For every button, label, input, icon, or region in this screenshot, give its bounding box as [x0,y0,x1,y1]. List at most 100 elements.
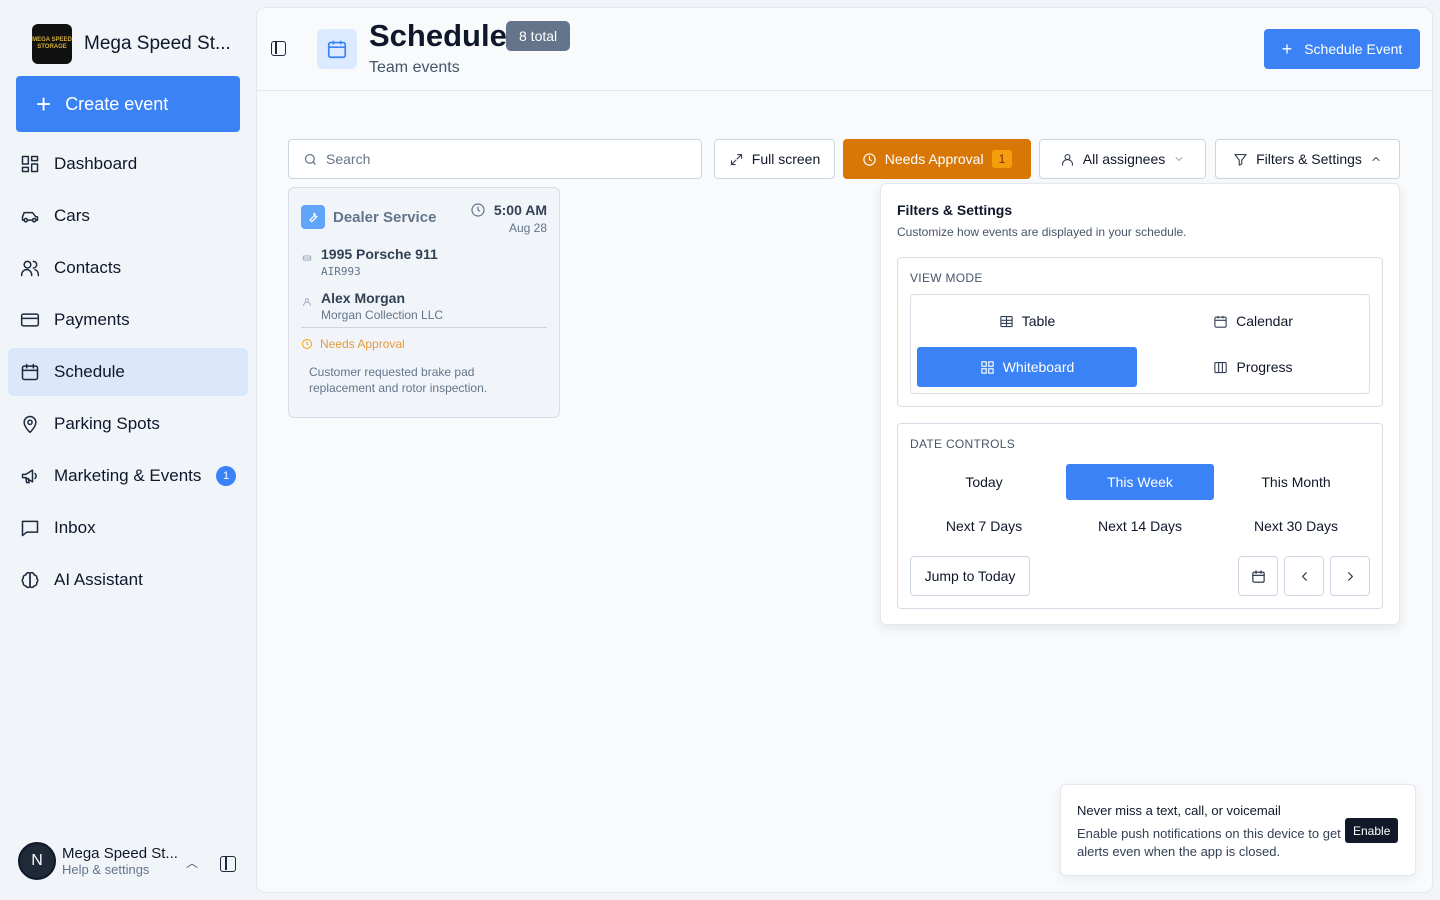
sidebar-item-label: Schedule [54,362,125,381]
chevron-left-icon [1301,571,1307,581]
view-mode-progress[interactable]: Progress [1143,347,1363,387]
clock-icon [302,339,312,349]
event-status: Needs Approval [301,337,405,351]
date-option-next-7-days[interactable]: Next 7 Days [910,508,1058,544]
view-mode-label-table: Table [1021,313,1056,329]
user-info: Mega Speed St... Help & settings [62,845,178,877]
sidebar-item-payments[interactable]: Payments [8,296,248,344]
date-option-this-week[interactable]: This Week [1066,464,1214,500]
car-icon [21,211,39,223]
sidebar-item-contacts[interactable]: Contacts [8,244,248,292]
event-time: 5:00 AM [470,202,547,218]
assignees-dropdown[interactable]: All assignees [1039,139,1206,179]
sidebar-item-ai-assistant[interactable]: AI Assistant [8,556,248,604]
calendar-icon [21,363,39,381]
fullscreen-button[interactable]: Full screen [714,139,835,179]
brain-icon [21,571,39,589]
clock-icon [471,203,485,217]
needs-approval-label: Needs Approval [884,151,984,167]
message-square-icon [21,520,39,537]
date-option-next-14-days[interactable]: Next 14 Days [1066,508,1214,544]
enable-notifications-button[interactable]: Enable [1345,818,1399,843]
grid-icon [981,360,994,374]
push-notification-toast: Never miss a text, call, or voicemail En… [1060,784,1416,876]
person-small-icon [302,294,312,306]
chevron-up-icon [1372,157,1380,161]
sidebar-item-label: Cars [54,206,90,225]
filters-popover: Filters & Settings Customize how events … [880,183,1400,625]
credit-card-icon [20,313,40,327]
map-pin-icon [23,415,37,434]
user-menu[interactable]: N Mega Speed St... Help & settings ︿ [18,842,198,880]
marketing-badge: 1 [216,466,236,486]
plus-icon: + [36,89,52,119]
sidebar-item-label: Dashboard [54,154,138,173]
sidebar-collapse-icon[interactable] [220,856,236,872]
page-subtitle: Team events [369,59,460,76]
table-icon [1000,315,1013,327]
user-name: Mega Speed St... [62,845,178,862]
sidebar-item-dashboard[interactable]: Dashboard [8,140,248,188]
sidebar-item-parking-spots[interactable]: Parking Spots [8,400,248,448]
search-input[interactable] [326,151,666,167]
create-event-button[interactable]: + Create event [16,76,240,132]
user-subtitle: Help & settings [62,862,150,877]
sidebar-item-marketing-events[interactable]: Marketing & Events 1 [8,452,248,500]
page-header: Schedule 8 total Team events + Schedule … [257,8,1432,91]
popover-title: Filters & Settings [897,202,1013,218]
sidebar-item-cars[interactable]: Cars [8,192,248,240]
view-mode-table[interactable]: Table [917,301,1137,341]
popover-subtitle: Customize how events are displayed in yo… [897,225,1187,239]
date-option-next-30-days[interactable]: Next 30 Days [1222,508,1370,544]
event-card[interactable]: Dealer Service 5:00 AM Aug 28 1995 Porsc… [288,187,560,418]
sidebar: MEGA SPEED STORAGE Mega Speed St... + Cr… [0,0,256,900]
brand-logo: MEGA SPEED STORAGE [32,24,72,64]
event-company: Morgan Collection LLC [321,308,444,322]
dashboard-icon [21,155,39,173]
view-mode-whiteboard[interactable]: Whiteboard [917,347,1137,387]
filters-settings-button[interactable]: Filters & Settings [1215,139,1400,179]
plus-icon: + [1281,38,1293,59]
user-icon [1061,153,1073,166]
contacts-icon [20,260,40,277]
next-period-button[interactable] [1330,556,1370,596]
date-controls-section: DATE CONTROLS Today This Week This Month… [897,423,1383,609]
view-mode-section: VIEW MODE Table Calendar Whiteboard Prog… [897,257,1383,407]
header-calendar-icon [317,29,357,69]
brand[interactable]: MEGA SPEED STORAGE Mega Speed St... [32,24,231,64]
previous-period-button[interactable] [1284,556,1324,596]
car-small-icon [302,250,312,261]
jump-to-today-button[interactable]: Jump to Today [910,556,1030,596]
fullscreen-label: Full screen [751,151,821,167]
event-note: Customer requested brake pad replacement… [309,365,488,395]
filter-icon [1234,153,1247,166]
sidebar-item-label: Parking Spots [54,414,160,433]
sidebar-item-inbox[interactable]: Inbox [8,504,248,552]
total-badge: 8 total [506,21,571,51]
view-mode-label: VIEW MODE [910,271,983,285]
sidebar-item-label: Inbox [54,518,96,537]
view-mode-label-progress: Progress [1236,359,1293,375]
brand-name: Mega Speed St... [84,33,231,54]
event-date: Aug 28 [508,221,547,235]
date-option-this-month[interactable]: This Month [1222,464,1370,500]
columns-icon [1214,361,1228,373]
needs-approval-button[interactable]: Needs Approval 1 [843,139,1031,179]
sidebar-item-label: Contacts [54,258,122,277]
approval-count-badge: 1 [991,150,1013,168]
wrench-icon [301,205,325,229]
chevron-down-icon [1175,157,1183,161]
panel-toggle-icon[interactable] [271,41,286,56]
schedule-event-label: Schedule Event [1304,41,1403,57]
sidebar-item-label: AI Assistant [54,570,143,589]
chevron-up-icon: ︿ [186,856,199,870]
view-mode-calendar[interactable]: Calendar [1143,301,1363,341]
date-picker-button[interactable] [1238,556,1278,596]
page-title: Schedule [369,18,507,53]
date-option-today[interactable]: Today [910,464,1058,500]
card-divider [301,327,547,328]
avatar: N [18,842,56,880]
sidebar-item-schedule[interactable]: Schedule [8,348,248,396]
event-car: 1995 Porsche 911 [321,246,438,262]
schedule-event-button[interactable]: + Schedule Event [1264,29,1420,69]
